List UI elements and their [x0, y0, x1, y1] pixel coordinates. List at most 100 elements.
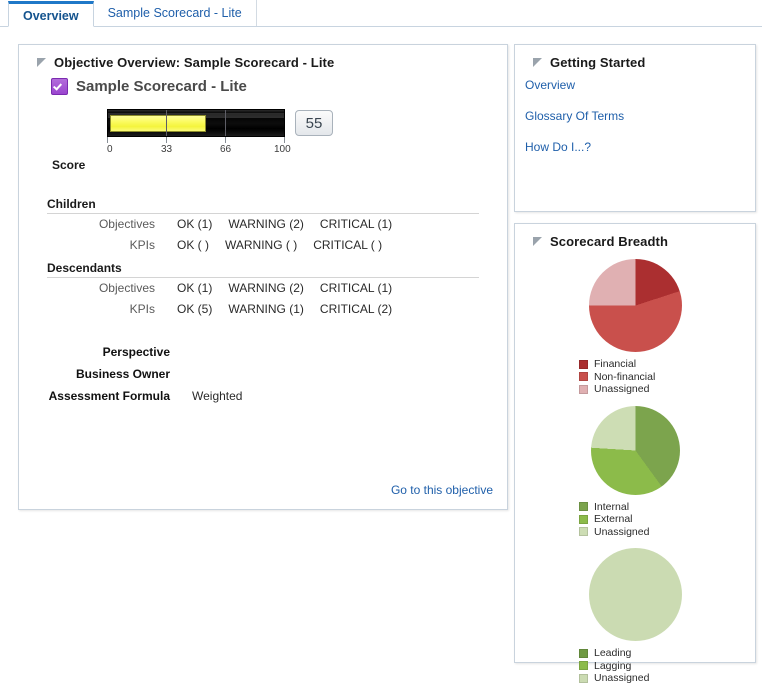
- status-warning: WARNING ( ): [225, 238, 298, 252]
- gauge-label-0: 0: [107, 144, 113, 155]
- scorecard-breadth-title: Scorecard Breadth: [550, 234, 669, 249]
- legend-label: Unassigned: [594, 525, 650, 538]
- legend-item: External: [579, 513, 755, 526]
- legend-label: Financial: [594, 358, 637, 371]
- tab-overview[interactable]: Overview: [8, 1, 94, 27]
- objective-overview-panel: Objective Overview: Sample Scorecard - L…: [18, 44, 508, 510]
- page-title: Objective Overview: Sample Scorecard - L…: [54, 55, 335, 70]
- scorecard-breadth-header: Scorecard Breadth: [515, 224, 755, 249]
- gauge-label-100: 100: [274, 144, 291, 155]
- objective-panel-header: Objective Overview: Sample Scorecard - L…: [19, 45, 507, 70]
- disclosure-triangle-icon[interactable]: [533, 58, 542, 67]
- legend-swatch-icon: [579, 527, 588, 537]
- scorecard-checkmark-icon: [51, 78, 68, 95]
- status-warning: WARNING (1): [228, 302, 304, 316]
- legend-label: Internal: [594, 500, 630, 513]
- objective-properties: Perspective Business Owner Assessment Fo…: [19, 345, 507, 411]
- gauge-label-33: 33: [161, 144, 173, 155]
- tab-sample-scorecard-lite[interactable]: Sample Scorecard - Lite: [94, 0, 257, 26]
- children-kpis-values: OK ( ) WARNING ( ) CRITICAL ( ): [177, 238, 382, 252]
- status-ok: OK (5): [177, 302, 213, 316]
- assessment-formula-value: Weighted: [192, 389, 243, 403]
- property-row-perspective: Perspective: [47, 345, 479, 367]
- objective-card-footer: Go to this objective: [391, 483, 493, 497]
- page-body: Objective Overview: Sample Scorecard - L…: [0, 27, 762, 684]
- status-ok: OK ( ): [177, 238, 209, 252]
- go-to-this-objective-link[interactable]: Go to this objective: [391, 483, 493, 497]
- children-objectives-values: OK (1) WARNING (2) CRITICAL (1): [177, 217, 392, 231]
- legend-item: Unassigned: [579, 526, 755, 539]
- getting-started-panel: Getting Started Overview Glossary Of Ter…: [514, 44, 756, 212]
- legend-item: Financial: [579, 358, 755, 371]
- score-gauge: 0 33 66 100: [107, 109, 291, 158]
- scorecard-breadth-panel: Scorecard Breadth Financial Non-financial…: [514, 223, 756, 684]
- property-row-assessment-formula: Assessment Formula Weighted: [47, 389, 479, 411]
- getting-started-title: Getting Started: [550, 55, 646, 70]
- gs-link-glossary-of-terms[interactable]: Glossary Of Terms: [525, 109, 755, 123]
- legend-item: Non-financial: [579, 371, 755, 384]
- gs-link-overview[interactable]: Overview: [525, 78, 755, 92]
- property-row-business-owner: Business Owner: [47, 367, 479, 389]
- children-objectives-label: Objectives: [98, 217, 155, 231]
- children-descendants-block: Children Objectives OK (1) WARNING (2) C…: [19, 197, 507, 323]
- pie-chart-group-3: Leading Lagging Unassigned: [515, 548, 755, 685]
- getting-started-header: Getting Started: [515, 45, 755, 70]
- disclosure-triangle-icon[interactable]: [37, 58, 46, 67]
- status-critical: CRITICAL (2): [319, 302, 393, 316]
- pie-chart-financial: [588, 259, 682, 352]
- business-owner-label: Business Owner: [75, 367, 170, 381]
- legend-label: Lagging: [594, 659, 632, 672]
- legend-swatch-icon: [579, 502, 588, 512]
- descendants-kpis-label: KPIs: [129, 302, 155, 316]
- legend-label: Non-financial: [594, 370, 656, 383]
- score-gauge-area: 0 33 66 100 55 Score: [19, 109, 507, 172]
- pie-legend-financial: Financial Non-financial Unassigned: [579, 358, 755, 396]
- perspective-label: Perspective: [102, 345, 170, 359]
- objective-subtitle: Sample Scorecard - Lite: [76, 78, 247, 95]
- legend-label: Unassigned: [594, 383, 650, 396]
- assessment-formula-label: Assessment Formula: [48, 389, 170, 403]
- children-kpis-label: KPIs: [129, 238, 155, 252]
- legend-swatch-icon: [579, 514, 588, 524]
- legend-swatch-icon: [579, 359, 588, 369]
- descendants-objectives-label: Objectives: [98, 281, 155, 295]
- children-heading: Children: [47, 197, 479, 214]
- gauge-divider-33: [166, 110, 167, 136]
- legend-swatch-icon: [579, 661, 588, 671]
- status-ok: OK (1): [177, 217, 213, 231]
- score-value-box: 55: [295, 110, 333, 136]
- gauge-axis: [107, 137, 285, 143]
- legend-swatch-icon: [579, 648, 588, 658]
- pie-chart-group-1: Financial Non-financial Unassigned: [515, 259, 755, 396]
- legend-item: Unassigned: [579, 672, 755, 685]
- legend-swatch-icon: [579, 673, 588, 683]
- legend-swatch-icon: [579, 384, 588, 394]
- gauge-fill: [110, 115, 206, 132]
- table-row: Objectives OK (1) WARNING (2) CRITICAL (…: [47, 281, 479, 302]
- gauge-label-66: 66: [220, 144, 232, 155]
- status-warning: WARNING (2): [228, 217, 304, 231]
- table-row: Objectives OK (1) WARNING (2) CRITICAL (…: [47, 217, 479, 238]
- legend-label: Unassigned: [594, 672, 650, 685]
- legend-swatch-icon: [579, 372, 588, 382]
- pie-legend-leading-lagging: Leading Lagging Unassigned: [579, 647, 755, 685]
- status-ok: OK (1): [177, 281, 213, 295]
- gauge-tick-66: [225, 137, 226, 143]
- descendants-kpis-values: OK (5) WARNING (1) CRITICAL (2): [177, 302, 392, 316]
- pie-chart-leading-lagging: [588, 548, 682, 641]
- descendants-heading: Descendants: [47, 261, 479, 278]
- gauge-divider-66: [225, 110, 226, 136]
- table-row: KPIs OK (5) WARNING (1) CRITICAL (2): [47, 302, 479, 323]
- disclosure-triangle-icon[interactable]: [533, 237, 542, 246]
- getting-started-links: Overview Glossary Of Terms How Do I...?: [515, 70, 755, 154]
- status-critical: CRITICAL (1): [319, 217, 393, 231]
- status-critical: CRITICAL ( ): [313, 238, 383, 252]
- pie-chart-internal-external: [590, 405, 680, 495]
- gauge-track: [107, 109, 285, 137]
- gs-link-how-do-i[interactable]: How Do I...?: [525, 140, 755, 154]
- legend-label: External: [594, 513, 633, 526]
- pie-legend-internal-external: Internal External Unassigned: [579, 501, 755, 539]
- score-label: Score: [52, 158, 86, 172]
- legend-item: Internal: [579, 501, 755, 514]
- table-row: KPIs OK ( ) WARNING ( ) CRITICAL ( ): [47, 238, 479, 259]
